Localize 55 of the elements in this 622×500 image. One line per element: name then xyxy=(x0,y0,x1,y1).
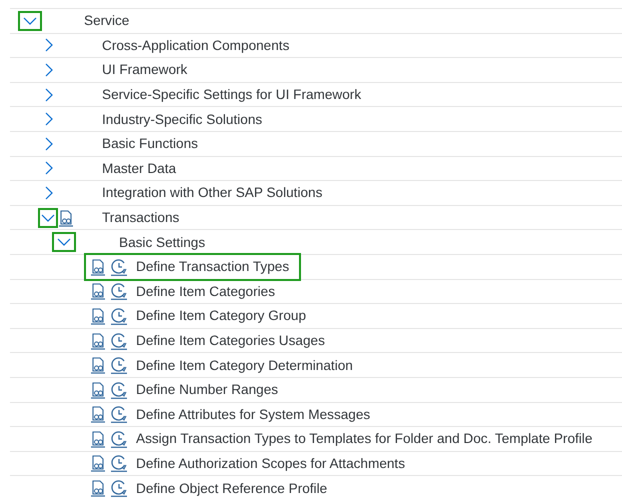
clock-icon[interactable] xyxy=(110,332,128,350)
tree-item-label[interactable]: Transactions xyxy=(98,208,184,228)
document-glasses-icon[interactable] xyxy=(90,430,106,448)
document-glasses-icon[interactable] xyxy=(58,208,74,227)
collapse-toggle[interactable] xyxy=(18,10,42,31)
chevron-down-icon xyxy=(23,16,37,26)
tree-item-label[interactable]: Basic Settings xyxy=(115,232,210,252)
tree-item-label[interactable]: Define Transaction Types xyxy=(132,257,294,276)
tree-item-label[interactable]: Define Item Category Determination xyxy=(132,356,357,375)
chevron-right-icon xyxy=(44,88,54,102)
document-glasses-icon[interactable] xyxy=(90,282,106,300)
document-glasses-icon[interactable] xyxy=(90,454,106,472)
tree-item-label[interactable]: Industry-Specific Solutions xyxy=(98,110,266,129)
document-glasses-icon[interactable] xyxy=(90,405,106,424)
tree-item-label[interactable]: Service xyxy=(80,11,134,30)
tree-item-label[interactable]: Service-Specific Settings for UI Framework xyxy=(98,85,366,104)
document-glasses-icon[interactable] xyxy=(90,258,106,276)
tree-item-label[interactable]: UI Framework xyxy=(98,60,192,80)
chevron-right-icon xyxy=(44,161,54,176)
clock-icon[interactable] xyxy=(110,356,128,374)
chevron-right-icon xyxy=(44,38,54,52)
document-glasses-icon[interactable] xyxy=(90,356,106,374)
chevron-right-icon xyxy=(44,186,54,200)
tree-item-label[interactable]: Assign Transaction Types to Templates for Folder and Doc. Template Profile xyxy=(132,429,596,448)
clock-icon[interactable] xyxy=(110,380,128,399)
tree-item-label[interactable]: Master Data xyxy=(98,158,180,178)
tree-item-label[interactable]: Define Item Category Group xyxy=(132,306,310,326)
tree-item-label[interactable]: Basic Functions xyxy=(98,134,202,154)
collapse-toggle[interactable] xyxy=(38,208,58,228)
clock-icon[interactable] xyxy=(110,306,128,325)
document-glasses-icon[interactable] xyxy=(90,380,106,399)
clock-icon[interactable] xyxy=(110,479,128,498)
clock-icon[interactable] xyxy=(110,430,128,448)
document-glasses-icon[interactable] xyxy=(90,332,106,350)
chevron-right-icon xyxy=(44,136,54,151)
clock-icon[interactable] xyxy=(110,258,128,276)
chevron-down-icon xyxy=(57,237,71,248)
clock-icon[interactable] xyxy=(110,282,128,300)
chevron-down-icon xyxy=(41,212,55,223)
tree-item-label[interactable]: Define Number Ranges xyxy=(132,380,282,400)
document-glasses-icon[interactable] xyxy=(90,306,106,325)
tree-item-label[interactable]: Cross-Application Components xyxy=(98,36,294,55)
document-glasses-icon[interactable] xyxy=(90,479,106,498)
tree-item-label[interactable]: Define Item Categories xyxy=(132,282,280,301)
chevron-right-icon xyxy=(44,62,54,77)
tree-item-label[interactable]: Define Item Categories Usages xyxy=(132,331,329,350)
tree-item-label[interactable]: Define Object Reference Profile xyxy=(132,478,332,498)
clock-icon[interactable] xyxy=(110,454,128,472)
tree-item-label[interactable]: Define Authorization Scopes for Attachments xyxy=(132,454,410,473)
clock-icon[interactable] xyxy=(110,405,128,424)
collapse-toggle[interactable] xyxy=(52,232,76,252)
tree-item-label[interactable]: Define Attributes for System Messages xyxy=(132,404,374,424)
highlight-frame[interactable]: Define Transaction Types xyxy=(84,252,302,281)
chevron-right-icon xyxy=(44,112,54,126)
tree-item-label[interactable]: Integration with Other SAP Solutions xyxy=(98,183,326,202)
